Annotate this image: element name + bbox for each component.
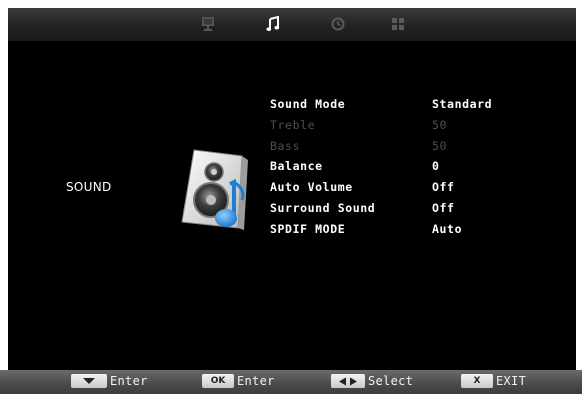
x-key: X	[461, 374, 493, 388]
tab-sound[interactable]	[264, 15, 282, 33]
down-arrow-key	[71, 374, 107, 388]
menu-item-value: Standard	[432, 97, 493, 111]
tab-time[interactable]	[329, 15, 347, 33]
hint-down-enter: Enter	[71, 374, 148, 388]
hint-text: Select	[368, 374, 414, 388]
left-right-arrow-key	[331, 374, 365, 388]
menu-item-label: Balance	[270, 159, 323, 174]
menu-row-bass: Bass 50	[270, 139, 570, 160]
grid-icon	[392, 18, 404, 30]
hint-text: Enter	[237, 374, 275, 388]
menu-row-sound-mode[interactable]: Sound Mode Standard	[270, 97, 570, 118]
monitor-icon	[202, 17, 214, 31]
menu-tab-bar	[8, 8, 576, 41]
menu-item-label: Auto Volume	[270, 180, 353, 195]
clock-icon	[331, 17, 345, 31]
menu-item-label: Surround Sound	[270, 200, 376, 215]
menu-row-balance[interactable]: Balance 0	[270, 159, 570, 180]
speaker-music-icon	[176, 146, 260, 232]
hint-text: Enter	[110, 374, 148, 388]
menu-row-treble: Treble 50	[270, 118, 570, 139]
hint-left-right-select: Select	[331, 374, 413, 388]
menu-row-auto-volume[interactable]: Auto Volume Off	[270, 180, 570, 201]
sound-settings-menu: Sound Mode Standard Treble 50 Bass 50 Ba…	[270, 97, 570, 243]
tab-setup[interactable]	[389, 15, 407, 33]
menu-item-label: Bass	[270, 138, 301, 153]
music-note-icon	[266, 16, 280, 31]
menu-item-value: Off	[432, 200, 455, 215]
left-right-arrow-icon	[339, 377, 357, 385]
menu-item-value: Auto	[432, 221, 463, 236]
hint-x-exit: X EXIT	[461, 374, 526, 388]
hint-text: EXIT	[496, 374, 527, 388]
menu-item-value: 0	[432, 159, 440, 174]
tab-picture[interactable]	[199, 15, 217, 33]
hint-ok-enter: OK Enter	[202, 374, 275, 388]
menu-item-label: Treble	[270, 117, 316, 132]
menu-item-value: 50	[432, 138, 448, 153]
menu-item-label: SPDIF MODE	[270, 221, 346, 236]
menu-row-surround-sound[interactable]: Surround Sound Off	[270, 201, 570, 222]
osd-screen: SOUND Sound Mode Standard Treble 50 Bass…	[8, 8, 576, 370]
ok-key: OK	[202, 374, 234, 388]
menu-item-label: Sound Mode	[270, 97, 346, 111]
menu-row-spdif-mode[interactable]: SPDIF MODE Auto	[270, 222, 570, 243]
down-arrow-icon	[83, 378, 95, 384]
key-hint-bar: Enter OK Enter Select X EXIT	[0, 370, 582, 394]
section-title: SOUND	[66, 180, 112, 194]
menu-item-value: 50	[432, 117, 448, 132]
menu-item-value: Off	[432, 180, 455, 195]
